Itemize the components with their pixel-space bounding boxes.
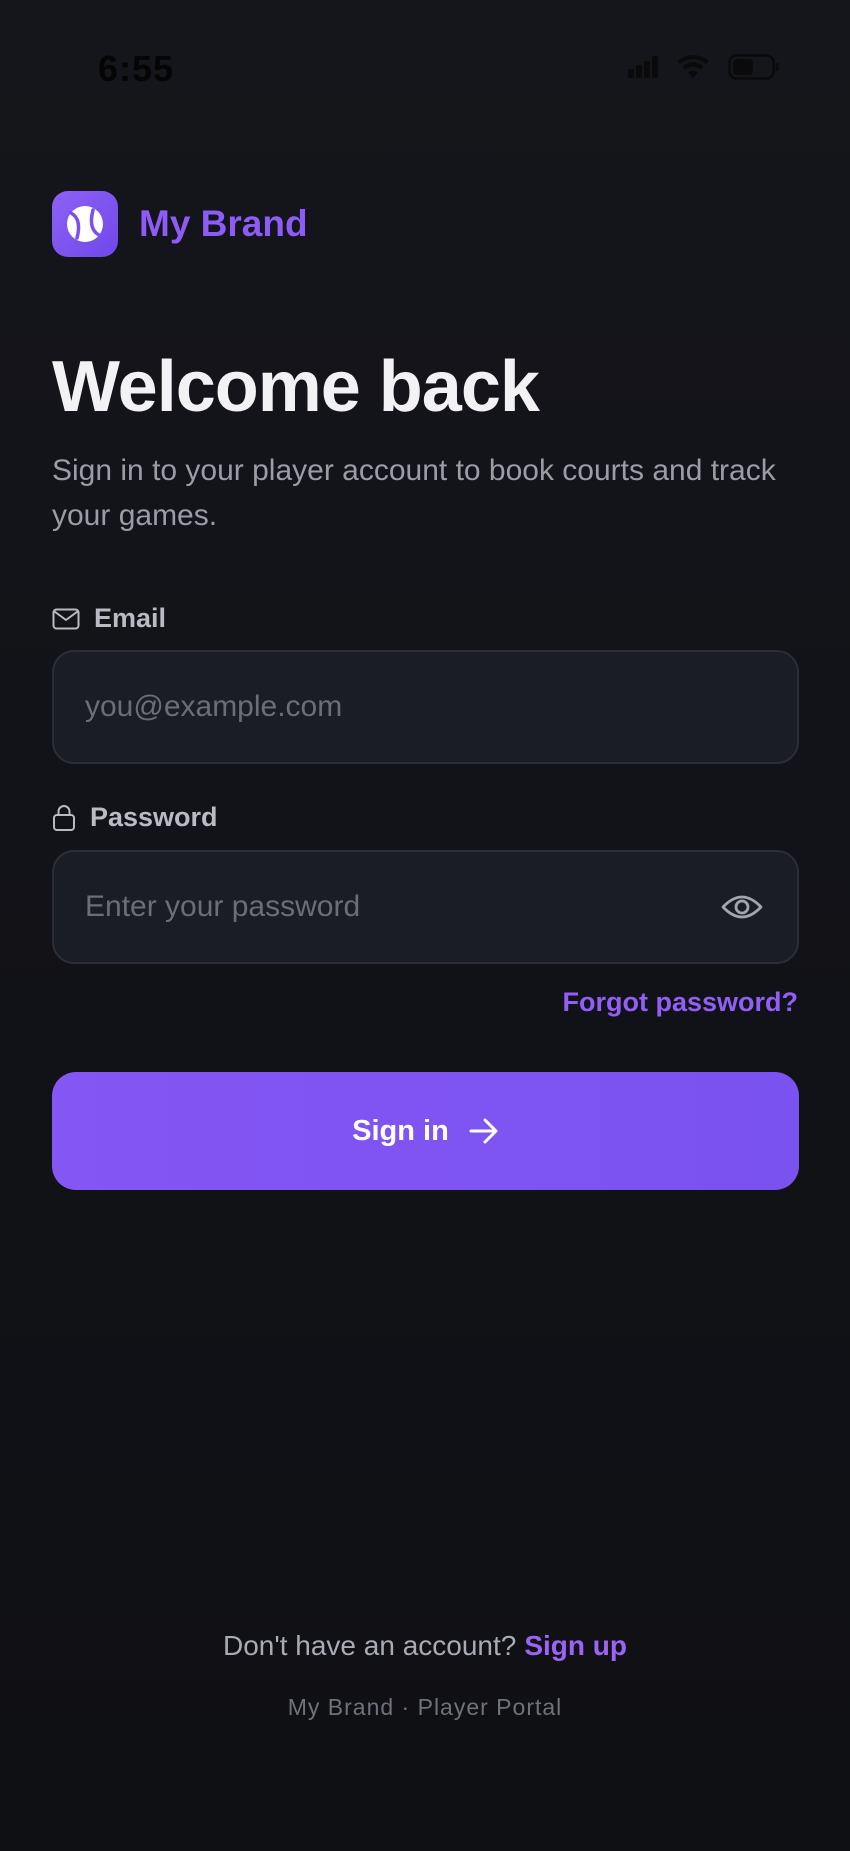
forgot-password-link[interactable]: Forgot password?: [563, 987, 799, 1018]
password-field[interactable]: [54, 852, 717, 962]
email-label-text: Email: [94, 603, 167, 633]
status-time: 6:55: [98, 48, 175, 89]
page-subtitle: Sign in to your player account to book c…: [52, 454, 776, 532]
footer-text: My Brand · Player Portal: [287, 1694, 563, 1720]
signup-prompt: Don't have an account? Sign up: [0, 1630, 850, 1662]
signal-icon: [628, 56, 658, 78]
email-field[interactable]: [54, 652, 797, 762]
password-field-container: [52, 850, 799, 964]
sign-up-link[interactable]: Sign up: [524, 1630, 627, 1661]
eye-icon: [721, 895, 763, 919]
lock-icon: [53, 804, 75, 831]
sign-in-label: Sign in: [352, 1114, 449, 1147]
arrow-right-icon: [469, 1118, 498, 1144]
wifi-icon: [677, 55, 709, 78]
password-label-text: Password: [90, 802, 218, 832]
battery-icon: [728, 54, 779, 80]
status-bar: 6:55: [0, 0, 850, 140]
brand-name: My Brand: [139, 203, 308, 244]
signup-prompt-text: Don't have an account?: [223, 1630, 517, 1661]
mail-icon: [52, 608, 80, 629]
email-label: Email: [52, 603, 166, 634]
show-password-toggle[interactable]: [717, 882, 767, 932]
brand: My Brand: [52, 191, 308, 257]
tennis-ball-icon: [67, 206, 103, 242]
status-icons: [628, 54, 780, 80]
password-label: Password: [52, 802, 218, 833]
page-title: Welcome back: [52, 347, 540, 427]
brand-logo: [52, 191, 118, 257]
email-field-container: [52, 650, 799, 764]
login-screen: 6:55 My Brand Welcome back Sign in to yo…: [0, 0, 850, 1851]
sign-in-button[interactable]: Sign in: [52, 1072, 799, 1190]
